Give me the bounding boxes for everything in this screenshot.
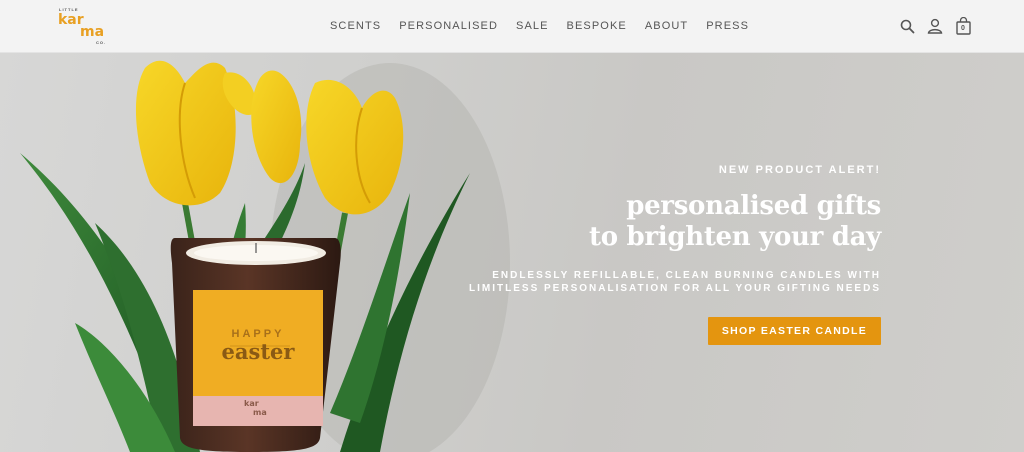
cart-count-badge: 0 bbox=[961, 25, 965, 32]
candle-brand-kar: kar bbox=[244, 399, 259, 408]
logo-word-2: ma bbox=[80, 24, 105, 40]
nav-item-personalised[interactable]: PERSONALISED bbox=[399, 19, 498, 33]
hero-headline: personalised gifts to brighten your day bbox=[401, 191, 881, 253]
nav-item-about[interactable]: ABOUT bbox=[645, 19, 688, 33]
brand-logo[interactable]: LITTLE kar ma CO. bbox=[58, 7, 118, 47]
candle-label-easter: easter bbox=[221, 339, 295, 364]
nav-item-scents[interactable]: SCENTS bbox=[330, 19, 381, 33]
hero-headline-line-1: personalised gifts bbox=[626, 191, 881, 221]
site-header: LITTLE kar ma CO. SCENTS PERSONALISED SA… bbox=[0, 0, 1024, 53]
hero-kicker: NEW PRODUCT ALERT! bbox=[718, 164, 881, 176]
main-nav: SCENTS PERSONALISED SALE BESPOKE ABOUT P… bbox=[330, 19, 749, 33]
logo-tagline-bottom: CO. bbox=[96, 40, 107, 45]
shopping-bag-icon[interactable]: 0 bbox=[954, 16, 972, 36]
header-actions: 0 bbox=[898, 16, 972, 36]
nav-item-press[interactable]: PRESS bbox=[706, 19, 749, 33]
hero-banner: HAPPY easter kar ma NEW PRODUCT ALERT! p… bbox=[0, 53, 1024, 452]
hero-subtext-line-2: LIMITLESS PERSONALISATION FOR ALL YOUR G… bbox=[469, 283, 881, 294]
hero-subtext-line-1: ENDLESSLY REFILLABLE, CLEAN BURNING CAND… bbox=[492, 270, 881, 281]
hero-subtext: ENDLESSLY REFILLABLE, CLEAN BURNING CAND… bbox=[401, 269, 881, 295]
nav-item-sale[interactable]: SALE bbox=[516, 19, 549, 33]
hero-copy: NEW PRODUCT ALERT! personalised gifts to… bbox=[401, 163, 881, 345]
nav-item-bespoke[interactable]: BESPOKE bbox=[567, 19, 627, 33]
hero-headline-line-2: to brighten your day bbox=[589, 222, 881, 252]
shop-easter-candle-button[interactable]: SHOP EASTER CANDLE bbox=[707, 317, 881, 345]
user-icon[interactable] bbox=[926, 16, 944, 36]
candle-brand-ma: ma bbox=[253, 408, 267, 417]
search-icon[interactable] bbox=[898, 16, 916, 36]
